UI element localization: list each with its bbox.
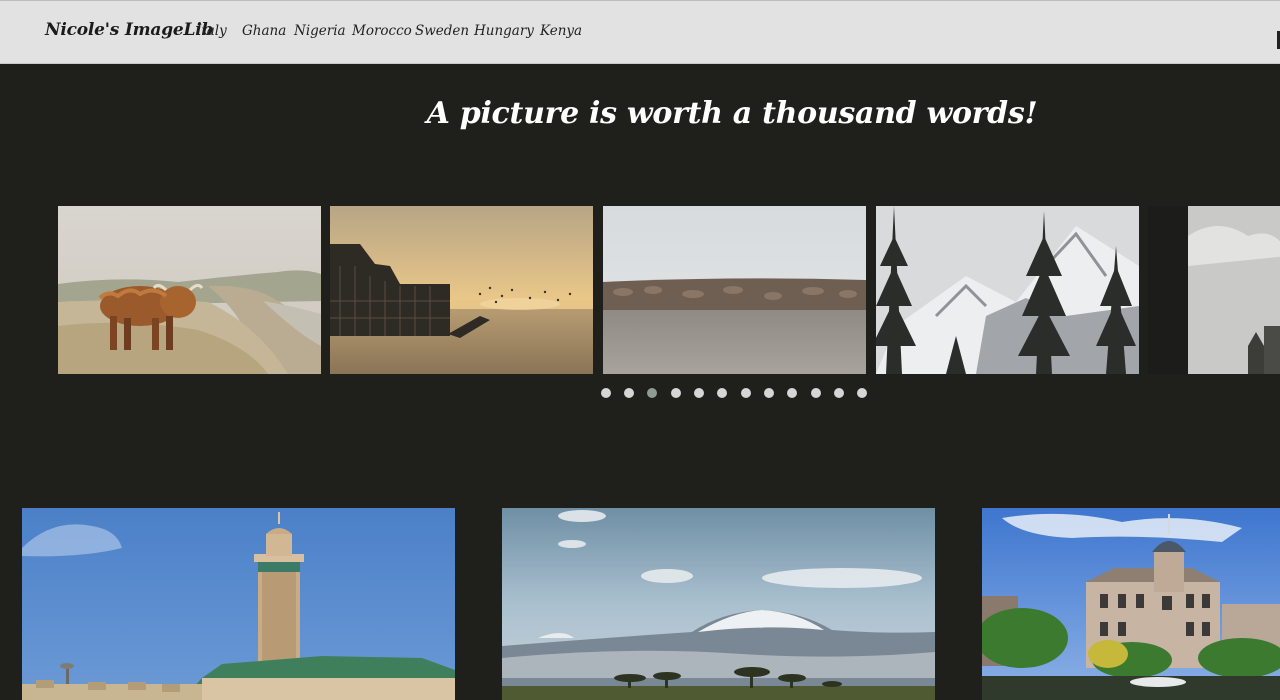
mansion-image bbox=[982, 508, 1280, 700]
hero-tagline: A picture is worth a thousand words! bbox=[426, 96, 1038, 131]
carousel-dot-11[interactable] bbox=[834, 388, 844, 398]
mosque-image bbox=[22, 508, 455, 700]
carousel-slide-snowy-mountain[interactable] bbox=[876, 206, 1139, 374]
carousel-dot-4[interactable] bbox=[671, 388, 681, 398]
carousel-dot-7[interactable] bbox=[741, 388, 751, 398]
nav-link-hungary[interactable]: Hungary bbox=[474, 23, 534, 39]
carousel-slide-breakwater[interactable] bbox=[603, 206, 866, 374]
image-carousel bbox=[0, 206, 1280, 374]
carousel-dot-3-active[interactable] bbox=[647, 388, 657, 398]
highland-cow-image bbox=[58, 206, 321, 374]
nav-link-italy[interactable]: Italy bbox=[196, 23, 227, 39]
kilimanjaro-image bbox=[502, 508, 935, 700]
gallery-card-mansion[interactable] bbox=[982, 508, 1280, 700]
breakwater-image bbox=[603, 206, 866, 374]
snowy-mountain-image bbox=[876, 206, 1139, 374]
carousel-dot-1[interactable] bbox=[601, 388, 611, 398]
carousel-slide-pier-sunset[interactable] bbox=[330, 206, 593, 374]
carousel-dot-6[interactable] bbox=[717, 388, 727, 398]
top-navbar: Nicole's ImageLib Italy Ghana Nigeria Mo… bbox=[0, 0, 1280, 64]
carousel-dot-10[interactable] bbox=[811, 388, 821, 398]
brand-logo[interactable]: Nicole's ImageLib bbox=[45, 20, 213, 40]
carousel-dot-2[interactable] bbox=[624, 388, 634, 398]
carousel-slide-cloudy-building[interactable] bbox=[1148, 206, 1280, 374]
nav-link-ghana[interactable]: Ghana bbox=[242, 23, 286, 39]
nav-link-sweden[interactable]: Sweden bbox=[415, 23, 469, 39]
gallery-card-kilimanjaro[interactable] bbox=[502, 508, 935, 700]
carousel-dot-8[interactable] bbox=[764, 388, 774, 398]
carousel-dot-5[interactable] bbox=[694, 388, 704, 398]
nav-link-morocco[interactable]: Morocco bbox=[352, 23, 412, 39]
gallery-card-mosque[interactable] bbox=[22, 508, 455, 700]
nav-link-kenya[interactable]: Kenya bbox=[540, 23, 582, 39]
carousel-slide-highland-cow[interactable] bbox=[58, 206, 321, 374]
cloudy-building-image bbox=[1148, 206, 1280, 374]
carousel-dot-12[interactable] bbox=[857, 388, 867, 398]
pier-sunset-image bbox=[330, 206, 593, 374]
nav-link-nigeria[interactable]: Nigeria bbox=[294, 23, 346, 39]
carousel-dot-9[interactable] bbox=[787, 388, 797, 398]
